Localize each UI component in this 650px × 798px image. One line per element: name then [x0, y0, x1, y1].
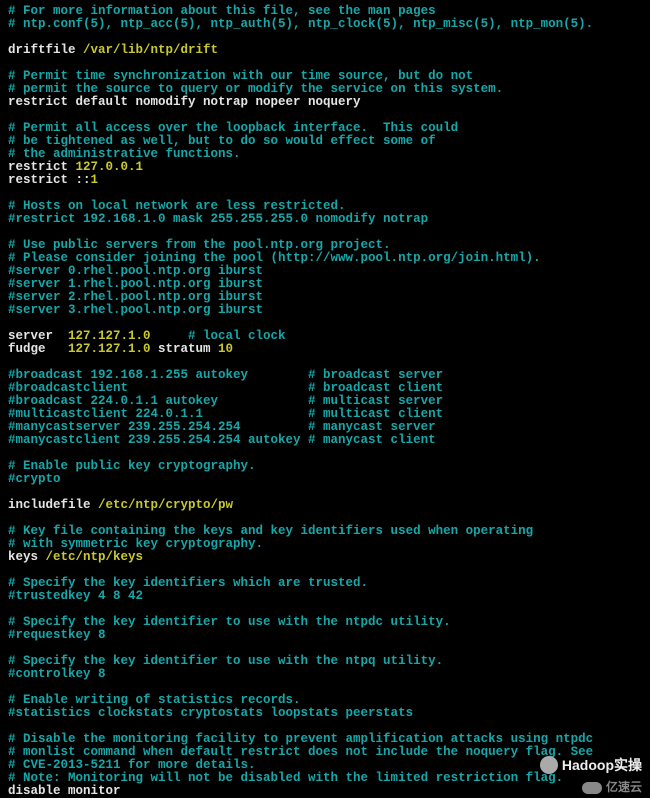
config-line: restrict ::1 — [8, 174, 642, 187]
config-line: #requestkey 8 — [8, 629, 642, 642]
config-line: #statistics clockstats cryptostats loops… — [8, 707, 642, 720]
config-line: #manycastclient 239.255.254.254 autokey … — [8, 434, 642, 447]
cloud-icon — [582, 782, 602, 794]
config-line: #crypto — [8, 473, 642, 486]
config-line: keys /etc/ntp/keys — [8, 551, 642, 564]
config-line: #controlkey 8 — [8, 668, 642, 681]
config-line: restrict default nomodify notrap nopeer … — [8, 96, 642, 109]
watermark-hadoop: Hadoop实操 — [540, 756, 642, 774]
config-line: # ntp.conf(5), ntp_acc(5), ntp_auth(5), … — [8, 18, 642, 31]
config-line: #restrict 192.168.1.0 mask 255.255.255.0… — [8, 213, 642, 226]
watermark-yisu-text: 亿速云 — [606, 781, 642, 794]
watermark-hadoop-text: Hadoop实操 — [562, 759, 642, 772]
config-line: fudge 127.127.1.0 stratum 10 — [8, 343, 642, 356]
config-line: #server 3.rhel.pool.ntp.org iburst — [8, 304, 642, 317]
config-file-content: # For more information about this file, … — [8, 5, 642, 798]
config-line: #trustedkey 4 8 42 — [8, 590, 642, 603]
wechat-icon — [540, 756, 558, 774]
config-line: driftfile /var/lib/ntp/drift — [8, 44, 642, 57]
config-line: includefile /etc/ntp/crypto/pw — [8, 499, 642, 512]
config-line: restrict 127.0.0.1 — [8, 161, 642, 174]
config-line: # Enable public key cryptography. — [8, 460, 642, 473]
config-line: disable monitor — [8, 785, 642, 798]
watermark-yisu: 亿速云 — [582, 781, 642, 794]
